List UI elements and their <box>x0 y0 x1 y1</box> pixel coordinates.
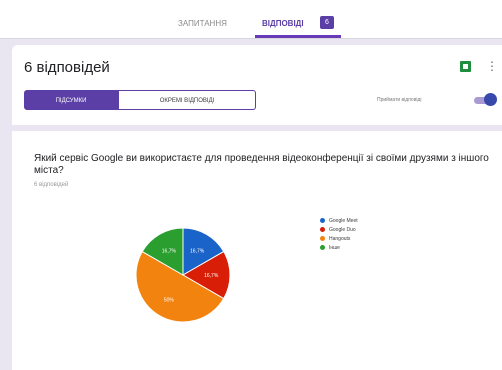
individual-view-button[interactable]: ОКРЕМІ ВІДПОВІДІ <box>118 90 256 110</box>
legend-item-3: Інше <box>320 245 340 251</box>
toggle-knob[interactable] <box>484 93 497 106</box>
legend-item-2: Hangouts <box>320 236 350 242</box>
legend-dot-1 <box>320 227 325 233</box>
top-tab-bar: ЗАПИТАННЯ ВІДПОВІДІ 6 <box>0 0 502 39</box>
pie-chart: 16,7% 16,7% 50% 16,7% <box>135 227 231 323</box>
pie-slice-label-1: 16,7% <box>204 273 219 279</box>
active-tab-indicator <box>255 35 341 38</box>
responses-header-card: 6 відповідей ⋮ ПІДСУМКИ ОКРЕМІ ВІДПОВІДІ… <box>12 45 502 125</box>
question-summary-card: Який сервіс Google ви використаєте для п… <box>12 131 502 370</box>
more-vert-icon[interactable]: ⋮ <box>486 57 498 75</box>
tab-answers[interactable]: ВІДПОВІДІ <box>262 19 304 28</box>
legend-item-1: Google Duo <box>320 227 356 233</box>
tab-questions[interactable]: ЗАПИТАННЯ <box>178 19 227 28</box>
legend-dot-3 <box>320 245 325 251</box>
accepting-responses-label: Приймати відповіді <box>377 97 422 103</box>
pie-slice-label-3: 16,7% <box>162 249 177 255</box>
pie-slice-label-2: 50% <box>164 297 175 303</box>
pie-slice-label-0: 16,7% <box>190 249 205 255</box>
legend-label-2: Hangouts <box>329 236 351 242</box>
google-sheets-icon[interactable] <box>460 61 471 72</box>
legend-label-0: Google Meet <box>329 218 358 224</box>
legend-item-0: Google Meet <box>320 218 358 224</box>
legend-dot-0 <box>320 218 325 224</box>
response-count: 6 відповідей <box>24 59 110 76</box>
answers-count-badge: 6 <box>320 16 334 29</box>
summary-view-button[interactable]: ПІДСУМКИ <box>24 90 118 110</box>
legend-label-3: Інше <box>329 245 340 251</box>
legend-label-1: Google Duo <box>329 227 356 233</box>
legend-dot-2 <box>320 236 325 242</box>
